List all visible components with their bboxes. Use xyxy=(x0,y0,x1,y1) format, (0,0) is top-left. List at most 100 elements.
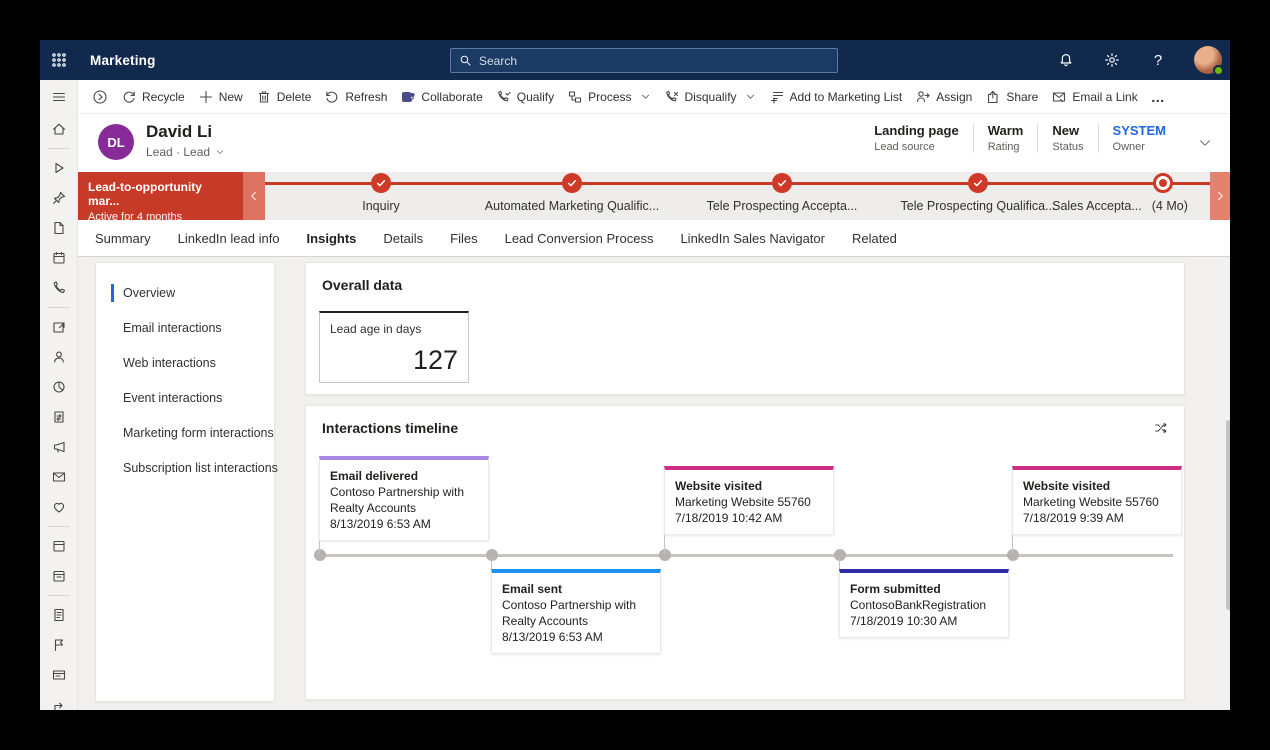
contacts-icon[interactable] xyxy=(40,342,77,372)
timeline-event-email-sent[interactable]: Email sent Contoso Partnership with Real… xyxy=(491,569,661,654)
process-progress-line xyxy=(265,182,1210,185)
tab-linkedin-lead-info[interactable]: LinkedIn lead info xyxy=(178,231,280,246)
process-chevron-left-icon[interactable] xyxy=(243,172,265,220)
stage-complete-icon[interactable] xyxy=(562,173,582,193)
process-active-stage-box[interactable]: Lead-to-opportunity mar... Active for 4 … xyxy=(78,172,243,220)
field-rating: Warm Rating xyxy=(974,123,1038,153)
articles-icon[interactable] xyxy=(40,213,77,243)
timeline-event-form-submitted[interactable]: Form submitted ContosoBankRegistration 7… xyxy=(839,569,1009,638)
disqualify-button[interactable]: Disqualify xyxy=(664,89,756,105)
header-expand-chevron-icon[interactable] xyxy=(1198,136,1212,155)
stage-complete-icon[interactable] xyxy=(772,173,792,193)
stage-current-icon[interactable] xyxy=(1153,173,1173,193)
nav-web-interactions[interactable]: Web interactions xyxy=(96,345,274,380)
stage-tele-prospecting-qualified[interactable]: Tele Prospecting Qualifica... xyxy=(901,199,1056,213)
pinned-icon[interactable] xyxy=(40,183,77,213)
email-icon[interactable] xyxy=(40,462,77,492)
forms-icon[interactable] xyxy=(40,600,77,630)
collaborate-button[interactable]: Collaborate xyxy=(400,89,482,105)
tab-insights[interactable]: Insights xyxy=(307,231,357,246)
home-icon[interactable] xyxy=(40,114,77,144)
email-a-link-button[interactable]: Email a Link xyxy=(1051,89,1137,105)
search-input[interactable]: Search xyxy=(450,48,838,73)
calendar-icon[interactable] xyxy=(40,243,77,273)
kpi-value: 127 xyxy=(413,345,458,376)
delete-button[interactable]: Delete xyxy=(256,89,312,105)
timeline-event-website-visited-1[interactable]: Website visited Marketing Website 55760 … xyxy=(664,466,834,535)
pages-flag-icon[interactable] xyxy=(40,630,77,660)
nav-marketing-form-interactions[interactable]: Marketing form interactions xyxy=(96,415,274,450)
more-commands-button[interactable]: … xyxy=(1151,89,1165,105)
nav-event-interactions[interactable]: Event interactions xyxy=(96,380,274,415)
hamburger-menu-icon[interactable] xyxy=(40,80,77,114)
timeline-axis xyxy=(319,554,1173,557)
command-bar: Recycle New Delete Refresh Collaborate Q… xyxy=(78,80,1230,114)
dashboards-icon[interactable] xyxy=(40,312,77,342)
process-button[interactable]: Process xyxy=(567,89,650,105)
timeline-stem xyxy=(491,557,492,569)
qualify-button[interactable]: Qualify xyxy=(496,89,554,105)
tab-files[interactable]: Files xyxy=(450,231,477,246)
assign-button[interactable]: Assign xyxy=(915,89,972,105)
timeline-node xyxy=(314,549,326,561)
refresh-button[interactable]: Refresh xyxy=(324,89,387,105)
new-button[interactable]: New xyxy=(198,89,243,105)
insights-content: Overview Email interactions Web interact… xyxy=(78,257,1230,710)
notifications-bell-icon[interactable] xyxy=(1056,50,1076,70)
presence-indicator xyxy=(1213,65,1224,76)
add-to-marketing-list-button[interactable]: Add to Marketing List xyxy=(769,89,903,105)
process-chevron-right-icon[interactable] xyxy=(1210,172,1230,220)
rail-divider xyxy=(40,591,77,600)
tab-details[interactable]: Details xyxy=(383,231,423,246)
data-sync-icon[interactable] xyxy=(40,402,77,432)
timeline-node xyxy=(834,549,846,561)
waffle-menu-icon[interactable] xyxy=(40,40,78,80)
nav-subscription-list-interactions[interactable]: Subscription list interactions xyxy=(96,450,274,485)
segments-pie-icon[interactable] xyxy=(40,372,77,402)
business-process-flow: Lead-to-opportunity mar... Active for 4 … xyxy=(78,172,1230,220)
stage-tele-prospecting-accepted[interactable]: Tele Prospecting Accepta... xyxy=(707,199,858,213)
tab-lead-conversion-process[interactable]: Lead Conversion Process xyxy=(505,231,654,246)
search-icon xyxy=(459,54,472,67)
nav-overview[interactable]: Overview xyxy=(96,275,274,310)
stage-sales-accepted[interactable]: Sales Accepta...(4 Mo) xyxy=(1052,199,1188,213)
share-button[interactable]: Share xyxy=(985,89,1038,105)
tab-summary[interactable]: Summary xyxy=(95,231,151,246)
website-card-icon[interactable] xyxy=(40,660,77,690)
tab-related[interactable]: Related xyxy=(852,231,897,246)
marketing-megaphone-icon[interactable] xyxy=(40,432,77,462)
stage-automated-marketing-qualification[interactable]: Automated Marketing Qualific... xyxy=(485,199,659,213)
rail-divider xyxy=(40,522,77,531)
rail-divider xyxy=(40,303,77,312)
stage-inquiry[interactable]: Inquiry xyxy=(362,199,400,213)
heart-icon[interactable] xyxy=(40,492,77,522)
recycle-button[interactable]: Recycle xyxy=(121,89,185,105)
user-avatar[interactable] xyxy=(1194,46,1222,74)
form-tabs: Summary LinkedIn lead info Insights Deta… xyxy=(78,220,1230,257)
tab-linkedin-sales-navigator[interactable]: LinkedIn Sales Navigator xyxy=(680,231,825,246)
settings-gear-icon[interactable] xyxy=(1102,50,1122,70)
search-placeholder: Search xyxy=(479,54,517,68)
timeline-stem xyxy=(839,557,840,569)
recent-icon[interactable] xyxy=(40,153,77,183)
rail-divider xyxy=(40,144,77,153)
record-entity-selector[interactable]: Lead · Lead xyxy=(146,145,225,159)
sessions-calendar-icon[interactable] xyxy=(40,561,77,591)
field-owner[interactable]: SYSTEM Owner xyxy=(1099,123,1180,153)
phone-calls-icon[interactable] xyxy=(40,273,77,303)
timeline-stem xyxy=(664,534,665,554)
record-set-icon[interactable] xyxy=(92,89,108,105)
stage-complete-icon[interactable] xyxy=(371,173,391,193)
timeline-event-website-visited-2[interactable]: Website visited Marketing Website 55760 … xyxy=(1012,466,1182,535)
stage-complete-icon[interactable] xyxy=(968,173,988,193)
customer-journey-icon[interactable] xyxy=(40,690,77,710)
help-icon[interactable]: ? xyxy=(1148,50,1168,70)
timeline-stem xyxy=(1012,534,1013,554)
vertical-scrollbar[interactable] xyxy=(1226,420,1230,610)
events-calendar-icon[interactable] xyxy=(40,531,77,561)
timeline-event-email-delivered[interactable]: Email delivered Contoso Partnership with… xyxy=(319,456,489,541)
nav-email-interactions[interactable]: Email interactions xyxy=(96,310,274,345)
overall-data-title: Overall data xyxy=(322,277,1168,293)
header-fields: Landing page Lead source Warm Rating New… xyxy=(860,123,1180,153)
app-title: Marketing xyxy=(90,53,156,68)
